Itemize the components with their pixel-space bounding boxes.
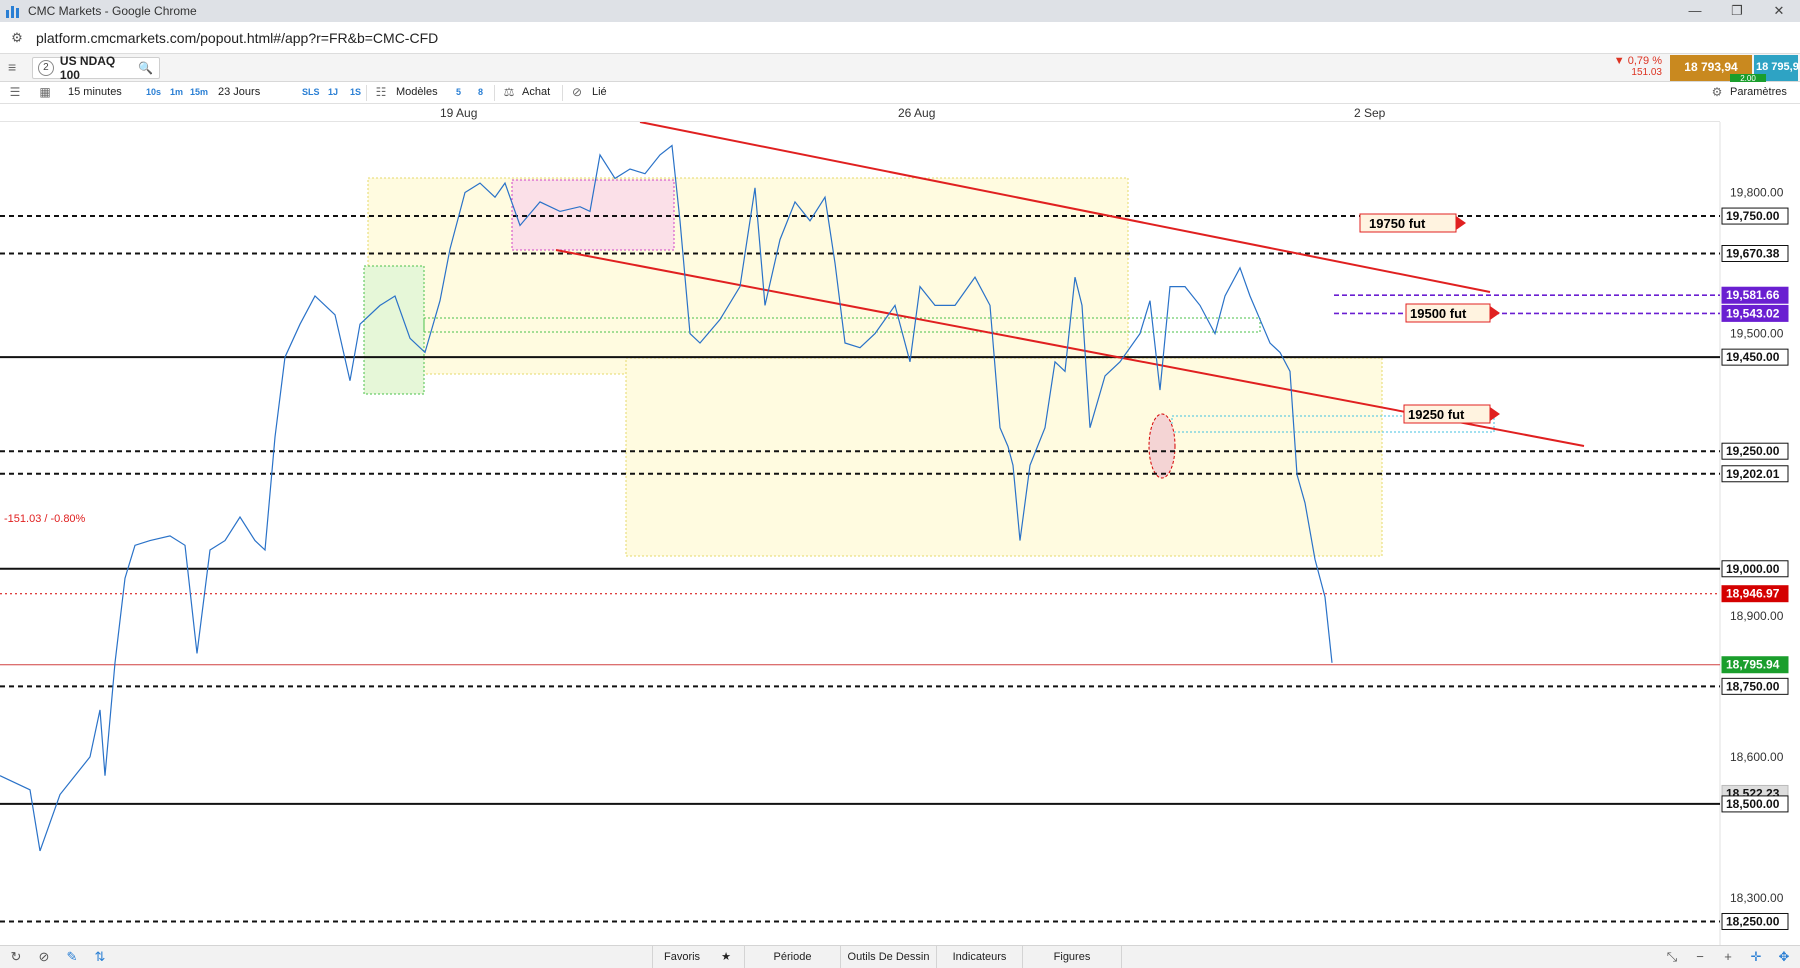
- zoom-in-icon[interactable]: +: [1720, 949, 1736, 965]
- level-label-text: 18,250.00: [1726, 914, 1780, 928]
- level-label-text: 19,000.00: [1726, 562, 1780, 576]
- annotation-label: 19500 fut: [1410, 306, 1467, 321]
- site-info-icon[interactable]: ⚙: [8, 29, 26, 47]
- models-button[interactable]: Modèles: [396, 86, 438, 98]
- level-label-text: 19,250.00: [1726, 444, 1780, 458]
- quick-sls[interactable]: SLS: [302, 87, 320, 97]
- cmc-app-icon: [6, 4, 20, 18]
- interval-10s[interactable]: 10s: [146, 87, 161, 97]
- annotation-19500-fut[interactable]: 19500 fut: [1405, 303, 1500, 323]
- quick-1s[interactable]: 1S: [350, 87, 361, 97]
- url-text[interactable]: platform.cmcmarkets.com/popout.html#/app…: [36, 30, 438, 46]
- arrows-icon[interactable]: ⇅: [92, 949, 108, 965]
- favorites-tab[interactable]: Favoris ★: [652, 946, 742, 968]
- date-axis: 19 Aug 26 Aug 2 Sep: [0, 104, 1720, 122]
- red-circle-marker: [1148, 413, 1176, 479]
- green-zone-box: [363, 265, 425, 395]
- favorites-label: Favoris: [664, 951, 701, 963]
- settings-gear-icon[interactable]: ⚙: [1710, 85, 1724, 99]
- date-label: 26 Aug: [898, 106, 936, 120]
- minimize-icon[interactable]: —: [1674, 0, 1716, 22]
- change-annotation: -151.03 / -0.80%: [4, 513, 86, 525]
- address-bar: ⚙ platform.cmcmarkets.com/popout.html#/a…: [0, 22, 1800, 54]
- yellow-zone-box: [367, 177, 1129, 375]
- model-8[interactable]: 8: [478, 87, 483, 97]
- timeframe-select[interactable]: 15 minutes: [68, 86, 122, 98]
- instrument-count-badge: 2: [38, 60, 54, 76]
- period-tab[interactable]: Période: [744, 946, 840, 968]
- annotation-label: 19750 fut: [1369, 216, 1426, 231]
- annotation-19250-fut[interactable]: 19250 fut: [1403, 404, 1500, 424]
- close-icon[interactable]: ✕: [1758, 0, 1800, 22]
- figures-tab[interactable]: Figures: [1022, 946, 1122, 968]
- level-label-text: 19,450.00: [1726, 350, 1780, 364]
- quick-1j[interactable]: 1J: [328, 87, 338, 97]
- indicators-tab[interactable]: Indicateurs: [936, 946, 1022, 968]
- price-chart[interactable]: 19,800.00 19,500.00 18,900.00 18,600.00 18,3…: [0, 106, 1800, 945]
- price-tick-label: 19,800.00: [1730, 186, 1784, 200]
- level-label-text: 18,946.97: [1726, 587, 1780, 601]
- buy-scale-icon: ⚖: [503, 85, 515, 99]
- level-label-text: 18,750.00: [1726, 679, 1780, 693]
- yellow-zone-box: [625, 357, 1383, 557]
- window-title: CMC Markets - Google Chrome: [28, 4, 197, 18]
- layout-grid-icon[interactable]: ▦: [38, 85, 52, 99]
- buy-button[interactable]: Achat: [522, 86, 550, 98]
- hamburger-menu-icon[interactable]: ≡: [8, 60, 24, 74]
- level-label-text: 19,750.00: [1726, 209, 1780, 223]
- pencil-icon[interactable]: ✎: [64, 949, 80, 965]
- toolbar-divider: [494, 85, 495, 101]
- drawing-tools-tab[interactable]: Outils De Dessin: [840, 946, 936, 968]
- price-tick-label: 19,500.00: [1730, 327, 1784, 341]
- bottom-toolbar: ↻ ⊘ ✎ ⇅ Favoris ★ Période Outils De Dess…: [0, 945, 1800, 968]
- chart-toolbar: ☰ ▦ 15 minutes 10s 1m 15m 23 Jours SLS 1…: [0, 82, 1800, 104]
- level-label-text: 19,581.66: [1726, 288, 1780, 302]
- crosshair-icon[interactable]: ✛: [1748, 949, 1764, 965]
- window-controls: — ❐ ✕: [1674, 0, 1800, 22]
- instrument-tab[interactable]: 2 US NDAQ 100 🔍: [32, 54, 160, 82]
- models-icon[interactable]: ☷: [374, 85, 388, 99]
- model-5[interactable]: 5: [456, 87, 461, 97]
- instrument-bar: ≡ 2 US NDAQ 100 🔍 ▼ 0,79 % 151.03 18 793…: [0, 54, 1800, 83]
- annotation-label: 19250 fut: [1408, 407, 1465, 422]
- toolbar-divider: [562, 85, 563, 101]
- interval-1m[interactable]: 1m: [170, 87, 183, 97]
- annotation-19750-fut[interactable]: 19750 fut: [1359, 213, 1466, 233]
- price-tick-label: 18,900.00: [1730, 609, 1784, 623]
- price-tick-label: 18,600.00: [1730, 750, 1784, 764]
- chart-canvas[interactable]: 19,800.00 19,500.00 18,900.00 18,600.00 18,3…: [0, 106, 1800, 945]
- restore-icon[interactable]: ❐: [1716, 0, 1758, 22]
- move-icon[interactable]: ✥: [1776, 949, 1792, 965]
- price-tick-label: 18,300.00: [1730, 891, 1784, 905]
- level-label-text: 19,543.02: [1726, 306, 1780, 320]
- block-icon[interactable]: ⊘: [36, 949, 52, 965]
- date-label: 2 Sep: [1354, 106, 1386, 120]
- level-label-text: 18,500.00: [1726, 797, 1780, 811]
- fit-icon[interactable]: ⤡: [1664, 949, 1680, 965]
- star-icon[interactable]: ★: [721, 951, 731, 963]
- level-label-text: 19,670.38: [1726, 247, 1780, 261]
- range-select[interactable]: 23 Jours: [218, 86, 260, 98]
- date-label: 19 Aug: [440, 106, 478, 120]
- level-label-text: 18,795.94: [1726, 658, 1780, 672]
- link-icon: ⊘: [571, 85, 583, 99]
- magenta-zone-box: [511, 179, 675, 251]
- change-percent: ▼ 0,79 %: [1613, 55, 1662, 67]
- refresh-icon[interactable]: ↻: [8, 949, 24, 965]
- interval-15m[interactable]: 15m: [190, 87, 208, 97]
- search-icon[interactable]: 🔍: [138, 61, 153, 75]
- toolbar-divider: [366, 85, 367, 101]
- linked-button[interactable]: Lié: [592, 86, 607, 98]
- browser-titlebar: CMC Markets - Google Chrome — ❐ ✕: [0, 0, 1800, 22]
- settings-button[interactable]: Paramètres: [1730, 86, 1787, 98]
- level-label-text: 19,202.01: [1726, 467, 1780, 481]
- instrument-name: US NDAQ 100: [59, 54, 116, 82]
- zoom-out-icon[interactable]: −: [1692, 949, 1708, 965]
- change-absolute: 151.03: [1631, 67, 1662, 78]
- list-view-icon[interactable]: ☰: [8, 85, 22, 99]
- price-change: ▼ 0,79 % 151.03: [1602, 55, 1662, 81]
